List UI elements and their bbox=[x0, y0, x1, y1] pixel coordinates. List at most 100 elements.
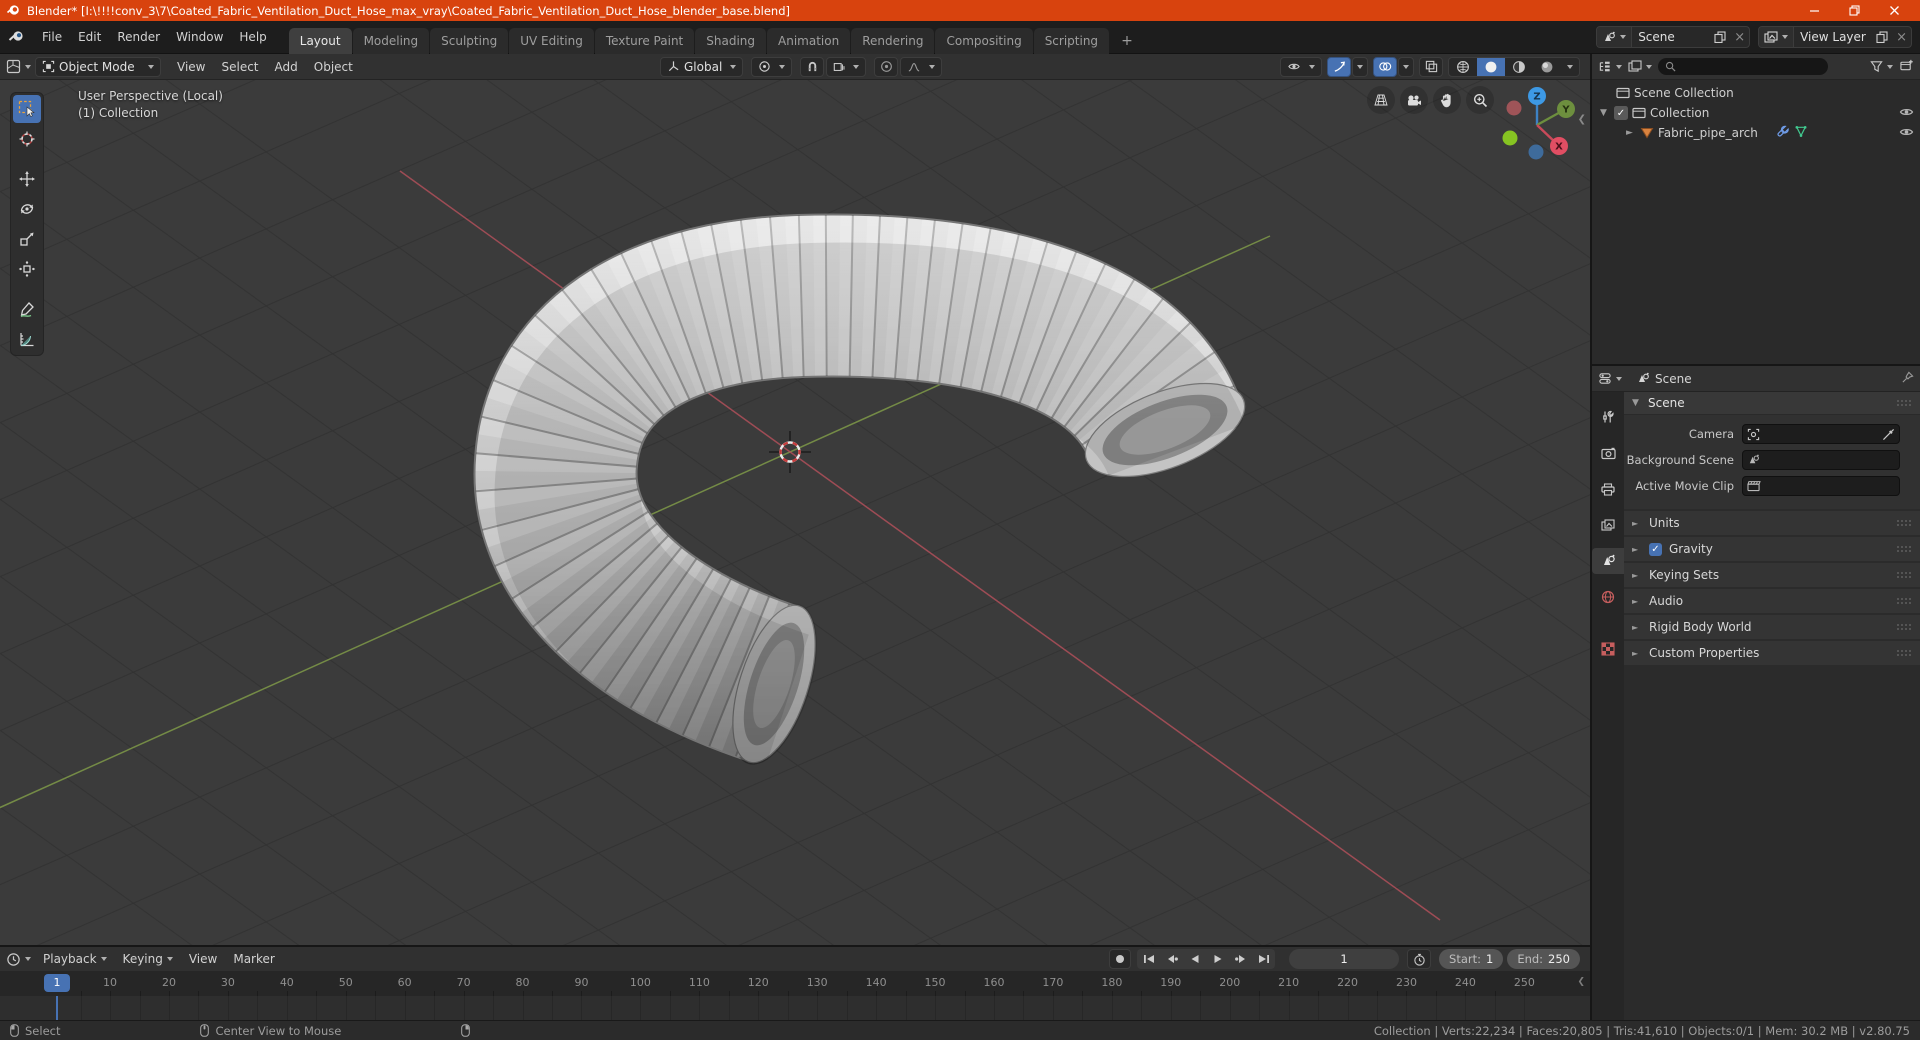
properties-tab-scene[interactable] bbox=[1592, 548, 1624, 574]
timeline-collapse-arrow[interactable]: ❮ bbox=[1577, 977, 1585, 987]
blender-menu-icon[interactable] bbox=[0, 29, 34, 46]
timeline-track-area[interactable] bbox=[0, 996, 1590, 1020]
tool-scale[interactable] bbox=[13, 225, 41, 253]
playhead-line[interactable] bbox=[56, 996, 58, 1020]
section-units[interactable]: ► Units bbox=[1624, 511, 1920, 535]
workspace-tab-sculpting[interactable]: Sculpting bbox=[430, 27, 509, 54]
timeline-menu-marker[interactable]: Marker bbox=[225, 948, 282, 970]
section-custom-properties[interactable]: ► Custom Properties bbox=[1624, 641, 1920, 665]
viewport-canvas[interactable]: User Perspective (Local) (1) Collection bbox=[0, 80, 1590, 945]
eyedropper-icon[interactable] bbox=[1882, 428, 1895, 441]
panel-drag-handle[interactable] bbox=[1896, 620, 1912, 634]
mesh-data-icon[interactable] bbox=[1794, 125, 1808, 141]
hide-in-viewport-eye-icon[interactable] bbox=[1899, 126, 1914, 141]
workspace-tab-scripting[interactable]: Scripting bbox=[1033, 27, 1110, 54]
shading-material-button[interactable] bbox=[1505, 58, 1533, 76]
pan-view-button[interactable] bbox=[1433, 86, 1461, 114]
view-layer-remove-button[interactable]: × bbox=[1892, 27, 1911, 47]
properties-tab-texture[interactable] bbox=[1592, 636, 1624, 662]
panel-drag-handle[interactable] bbox=[1896, 516, 1912, 530]
object-visibility-dropdown[interactable] bbox=[1280, 56, 1322, 77]
properties-editor-type-button[interactable] bbox=[1598, 372, 1622, 385]
section-keying-sets[interactable]: ► Keying Sets bbox=[1624, 563, 1920, 587]
window-restore-button[interactable] bbox=[1834, 0, 1874, 21]
workspace-tab-layout[interactable]: Layout bbox=[288, 27, 352, 54]
viewport-menu-select[interactable]: Select bbox=[213, 56, 266, 78]
menu-edit[interactable]: Edit bbox=[70, 26, 109, 48]
sidebar-collapse-arrow[interactable]: ❮ bbox=[1578, 114, 1586, 125]
tool-measure[interactable] bbox=[13, 325, 41, 353]
menu-file[interactable]: File bbox=[34, 26, 70, 48]
xray-toggle[interactable] bbox=[1419, 56, 1443, 77]
tool-annotate[interactable] bbox=[13, 295, 41, 323]
workspace-tab-animation[interactable]: Animation bbox=[767, 27, 851, 54]
camera-field[interactable] bbox=[1742, 424, 1900, 444]
gizmo-negative-x-axis[interactable] bbox=[1506, 100, 1522, 116]
panel-drag-handle[interactable] bbox=[1896, 542, 1912, 556]
section-audio[interactable]: ► Audio bbox=[1624, 589, 1920, 613]
timeline-menu-keying[interactable]: Keying bbox=[115, 948, 181, 970]
workspace-tab-compositing[interactable]: Compositing bbox=[935, 27, 1033, 54]
outliner-display-mode-button[interactable] bbox=[1628, 60, 1652, 73]
menu-window[interactable]: Window bbox=[168, 26, 231, 48]
snap-settings-dropdown[interactable] bbox=[826, 56, 867, 77]
camera-view-button[interactable] bbox=[1400, 86, 1428, 114]
workspace-tab-rendering[interactable]: Rendering bbox=[851, 27, 935, 54]
properties-tab-output[interactable] bbox=[1592, 476, 1624, 502]
section-gravity[interactable]: ► ✓ Gravity bbox=[1624, 537, 1920, 561]
window-close-button[interactable] bbox=[1874, 0, 1914, 21]
properties-tab-tool[interactable] bbox=[1592, 404, 1624, 430]
duct-hose-object[interactable] bbox=[440, 180, 1270, 790]
menu-render[interactable]: Render bbox=[109, 26, 168, 48]
transform-orientation-dropdown[interactable]: Global bbox=[660, 56, 744, 77]
viewport-menu-view[interactable]: View bbox=[169, 56, 213, 78]
use-preview-range-button[interactable] bbox=[1407, 949, 1432, 969]
background-scene-field[interactable] bbox=[1742, 450, 1900, 470]
scene-browse-button[interactable] bbox=[1597, 27, 1633, 47]
tool-move[interactable] bbox=[13, 165, 41, 193]
outliner-row-collection[interactable]: ▼ ✓ Collection bbox=[1592, 103, 1920, 123]
add-workspace-button[interactable]: + bbox=[1110, 28, 1144, 54]
properties-tab-view-layer[interactable] bbox=[1592, 512, 1624, 538]
jump-to-start-button[interactable] bbox=[1137, 949, 1160, 969]
frame-start-field[interactable]: Start: 1 bbox=[1439, 949, 1504, 969]
editor-type-button[interactable] bbox=[6, 57, 31, 77]
disclosure-collapsed-icon[interactable]: ► bbox=[1626, 128, 1636, 138]
workspace-tab-texture-paint[interactable]: Texture Paint bbox=[594, 27, 695, 54]
scene-unlink-button[interactable]: × bbox=[1730, 27, 1749, 47]
workspace-tab-uv-editing[interactable]: UV Editing bbox=[509, 27, 594, 54]
scene-name-field[interactable]: Scene bbox=[1632, 27, 1710, 47]
overlays-dropdown[interactable] bbox=[1398, 56, 1414, 77]
viewport-menu-add[interactable]: Add bbox=[267, 56, 306, 78]
hide-in-viewport-eye-icon[interactable] bbox=[1899, 106, 1914, 121]
panel-drag-handle[interactable] bbox=[1896, 594, 1912, 608]
outliner-search-input[interactable] bbox=[1658, 58, 1828, 75]
timeline-menu-playback[interactable]: Playback bbox=[35, 948, 115, 970]
panel-drag-handle[interactable] bbox=[1896, 396, 1912, 410]
window-minimize-button[interactable] bbox=[1794, 0, 1834, 21]
playhead-frame-badge[interactable]: 1 bbox=[44, 974, 70, 992]
tool-cursor[interactable] bbox=[13, 125, 41, 153]
tool-select-box[interactable] bbox=[13, 95, 41, 123]
disclosure-expanded-icon[interactable]: ▼ bbox=[1600, 108, 1610, 118]
workspace-tab-shading[interactable]: Shading bbox=[695, 27, 766, 54]
tool-transform[interactable] bbox=[13, 255, 41, 283]
auto-keying-record-button[interactable] bbox=[1109, 949, 1132, 969]
view-layer-name-field[interactable]: View Layer bbox=[1794, 27, 1872, 47]
gizmos-dropdown[interactable] bbox=[1352, 56, 1368, 77]
view-layer-browse-button[interactable] bbox=[1759, 27, 1795, 47]
pin-icon[interactable] bbox=[1901, 371, 1914, 387]
gravity-checkbox[interactable]: ✓ bbox=[1649, 542, 1662, 556]
gizmo-negative-y-axis[interactable] bbox=[1502, 130, 1518, 146]
overlays-toggle[interactable] bbox=[1373, 56, 1397, 77]
workspace-tab-modeling[interactable]: Modeling bbox=[352, 27, 430, 54]
toggle-perspective-button[interactable] bbox=[1367, 86, 1395, 114]
shading-rendered-button[interactable] bbox=[1533, 58, 1561, 76]
timeline-ruler[interactable]: 1 ❮ 10 20 30 40 50 60 70 80 90 100 110 120 130 140 150… bbox=[0, 971, 1590, 996]
proportional-editing-toggle[interactable] bbox=[874, 56, 899, 77]
outliner-filter-button[interactable] bbox=[1870, 60, 1893, 73]
jump-to-end-button[interactable] bbox=[1252, 949, 1275, 969]
zoom-view-button[interactable] bbox=[1466, 86, 1494, 114]
view-layer-new-button[interactable] bbox=[1872, 27, 1892, 47]
collection-checkbox[interactable]: ✓ bbox=[1614, 106, 1628, 120]
